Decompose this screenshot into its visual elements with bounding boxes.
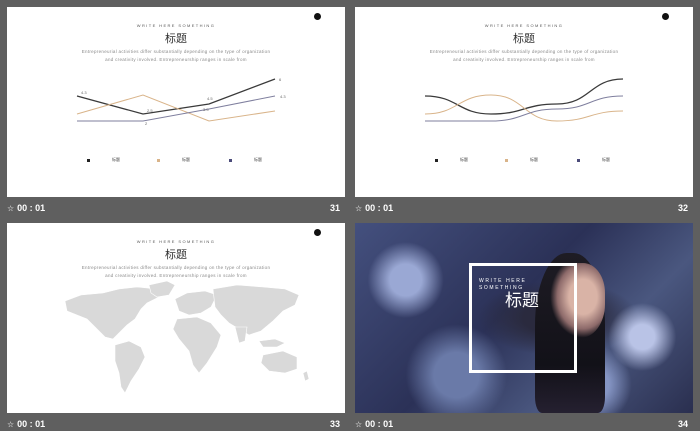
- continent-africa: [172, 316, 222, 374]
- chart-data-label: 6: [279, 77, 282, 82]
- chart-series-line-2: [76, 94, 276, 122]
- continent-india: [234, 326, 248, 344]
- star-icon: ☆: [7, 419, 15, 429]
- slide-thumbnail-33[interactable]: WRITE HERE SOMETHING 标题 Entrepreneurial …: [7, 223, 345, 413]
- slide-thumbnail-34[interactable]: WRITE HERE SOMETHING 标题: [355, 223, 693, 413]
- chart-data-label: 4.3: [81, 90, 87, 95]
- legend-swatch: [577, 158, 580, 162]
- slide-timer: ☆ 00 : 01: [355, 203, 394, 213]
- legend-swatch: [157, 158, 160, 162]
- chart-series-line-1: [424, 78, 624, 115]
- legend-item: 标题: [157, 157, 190, 163]
- legend-item: 标题: [505, 157, 538, 163]
- slide-thumbnail-32[interactable]: WRITE HERE SOMETHING 标题 Entrepreneurial …: [355, 7, 693, 197]
- line-chart: [424, 78, 624, 122]
- chart-data-label: 4.3: [280, 94, 286, 99]
- line-chart: 4.3 2.5 4.5 2 3.5 6 4.3: [76, 77, 286, 126]
- chart-data-label: 4.5: [207, 96, 213, 101]
- slide-number: 34: [677, 419, 688, 429]
- continent-greenland: [148, 280, 176, 298]
- legend-item: 标题: [229, 157, 262, 163]
- continent-europe: [174, 290, 218, 316]
- continent-asia: [212, 284, 300, 336]
- slide-timer: ☆ 00 : 01: [7, 419, 46, 429]
- continent-australia: [260, 350, 298, 374]
- slide-timer: ☆ 00 : 01: [7, 203, 46, 213]
- legend-item: 标题: [577, 157, 610, 163]
- legend-swatch: [505, 158, 508, 162]
- slide-number: 31: [329, 203, 340, 213]
- chart-data-label: 2: [145, 121, 148, 126]
- legend-swatch: [435, 158, 438, 162]
- chart-data-label: 2.5: [147, 108, 153, 113]
- star-icon: ☆: [355, 203, 363, 213]
- star-icon: ☆: [355, 419, 363, 429]
- star-icon: ☆: [7, 203, 15, 213]
- continent-south-america: [114, 340, 146, 394]
- slide-number: 33: [329, 419, 340, 429]
- legend-item: 标题: [435, 157, 468, 163]
- legend-item: 标题: [87, 157, 120, 163]
- continent-indonesia: [258, 338, 286, 348]
- continent-new-zealand: [302, 370, 310, 382]
- continent-north-america: [64, 286, 160, 340]
- slide-thumbnail-31[interactable]: WRITE HERE SOMETHING 标题 Entrepreneurial …: [7, 7, 345, 197]
- legend-swatch: [87, 158, 90, 162]
- chart-data-label: 3.5: [203, 107, 209, 112]
- chart-series-line-2: [424, 94, 624, 122]
- world-map: [64, 280, 310, 394]
- legend-swatch: [229, 158, 232, 162]
- chart-series-line-1: [76, 78, 276, 115]
- slide-title: 标题: [505, 291, 539, 311]
- slide-timer: ☆ 00 : 01: [355, 419, 394, 429]
- slide-number: 32: [677, 203, 688, 213]
